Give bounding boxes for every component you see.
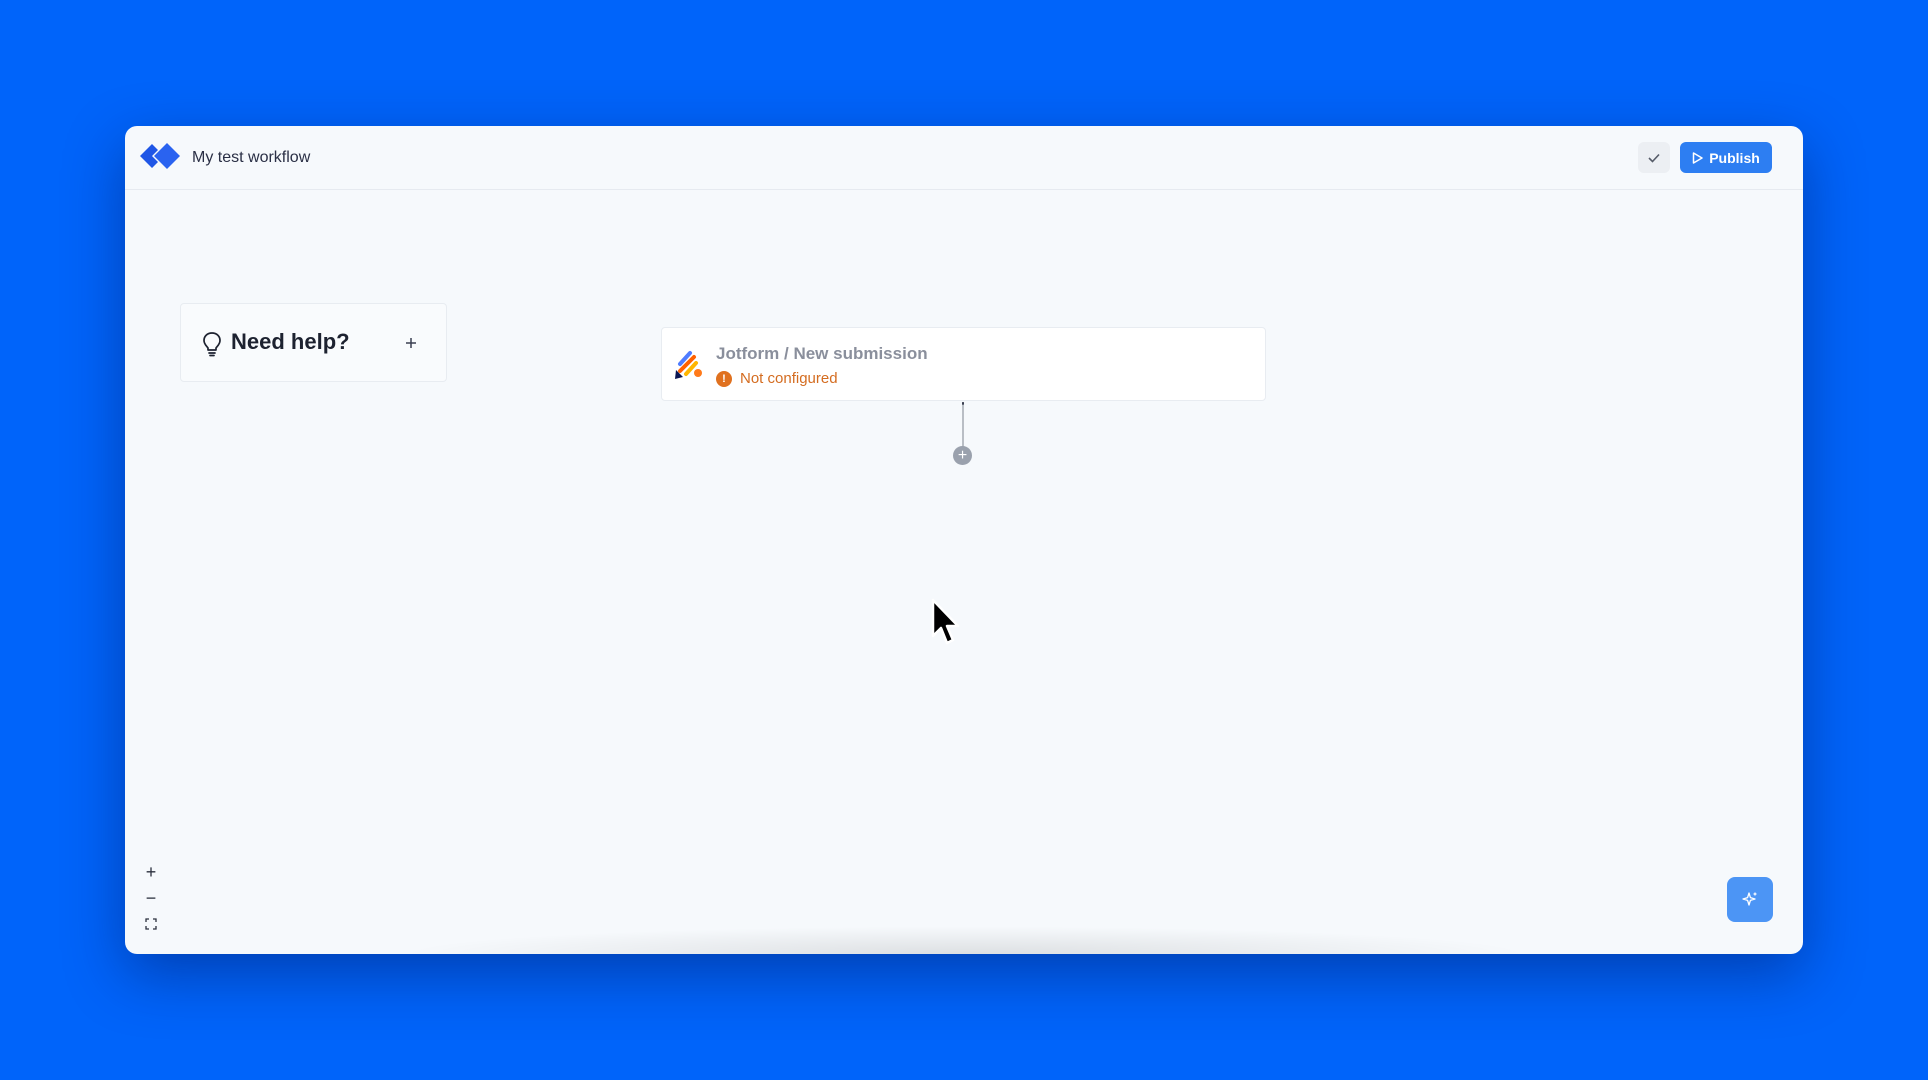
plus-icon (406, 338, 416, 348)
app-logo-icon[interactable] (140, 139, 184, 173)
expand-help-button[interactable] (396, 328, 426, 358)
trigger-node-title: Jotform / New submission (716, 344, 928, 363)
play-icon (1692, 151, 1703, 164)
help-label: Need help? (231, 329, 350, 354)
lightbulb-icon (203, 332, 221, 357)
zoom-out-button[interactable]: − (139, 886, 163, 910)
mouse-pointer-icon (931, 598, 960, 645)
help-card[interactable]: Need help? (180, 303, 447, 382)
app-window: My test workflow Publish Need help? Jotf… (125, 126, 1803, 954)
check-icon (1648, 153, 1660, 163)
fit-view-button[interactable] (139, 912, 163, 936)
node-connector-line (962, 402, 964, 452)
fit-view-icon (145, 918, 157, 930)
sparkle-icon (1742, 891, 1757, 906)
publish-label: Publish (1709, 149, 1760, 166)
trigger-node[interactable]: Jotform / New submission ! Not configure… (661, 327, 1266, 401)
alert-circle-icon: ! (716, 370, 732, 387)
jotform-pencil-icon (675, 351, 702, 379)
zoom-in-button[interactable]: + (139, 860, 163, 884)
workflow-title[interactable]: My test workflow (192, 149, 310, 167)
top-bar: My test workflow Publish (125, 126, 1803, 190)
node-status-text: Not configured (740, 370, 838, 387)
canvas-bottom-shadow (395, 926, 1535, 954)
publish-button[interactable]: Publish (1680, 142, 1772, 173)
save-check-button[interactable] (1638, 142, 1670, 173)
node-status: ! Not configured (716, 370, 838, 387)
ai-assistant-button[interactable] (1727, 877, 1773, 922)
add-step-button[interactable]: + (953, 446, 972, 465)
